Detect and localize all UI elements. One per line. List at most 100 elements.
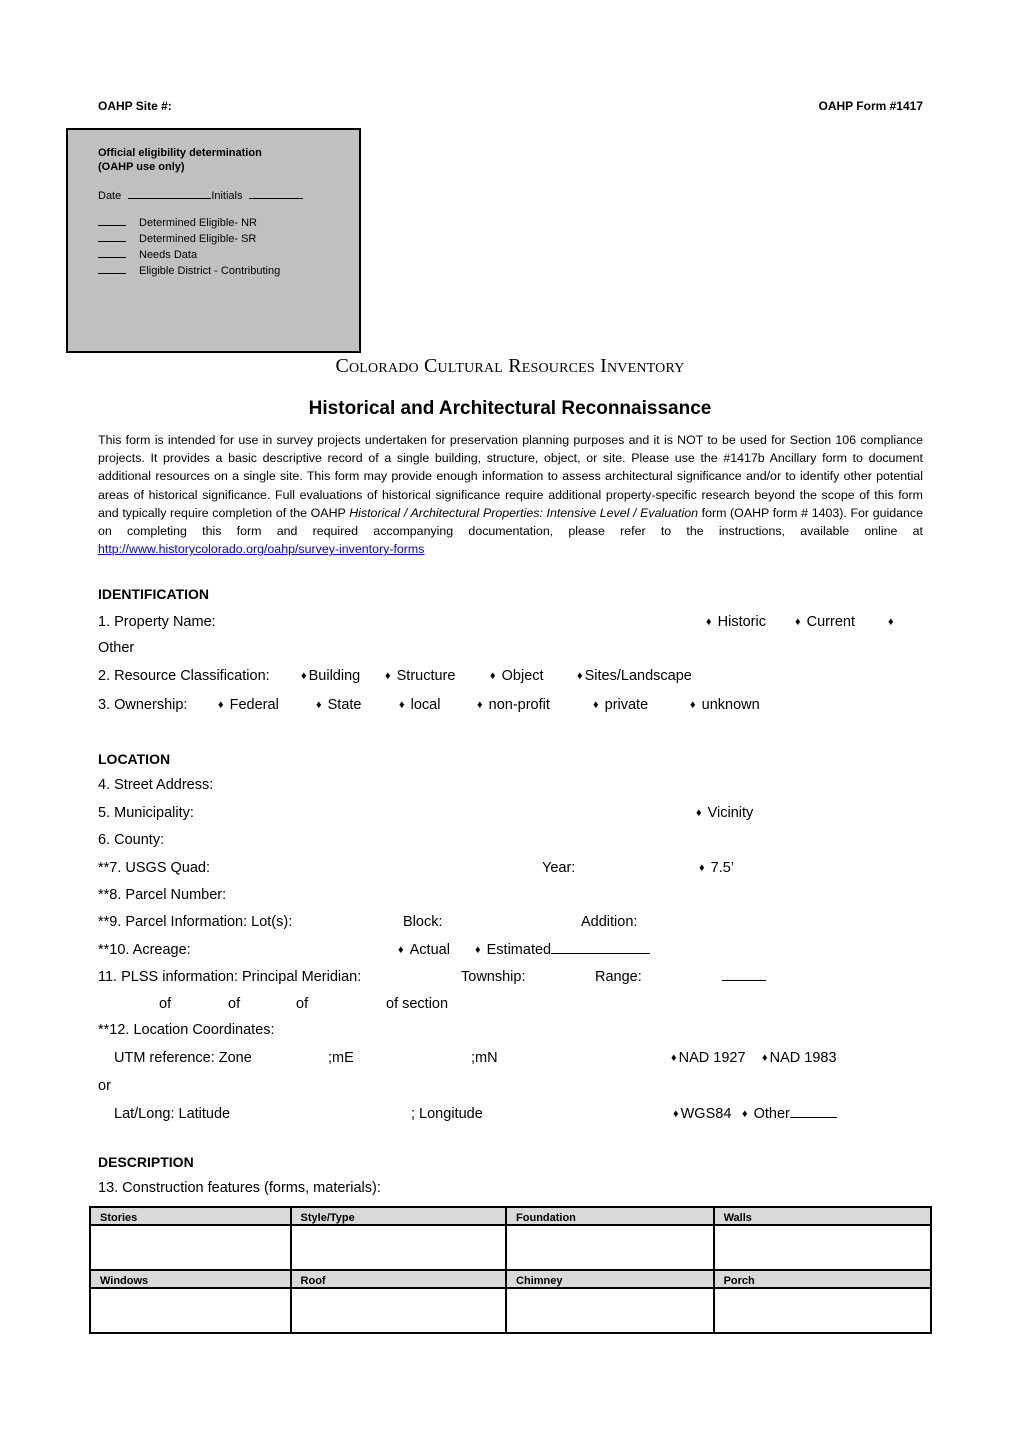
eligibility-title: Official eligibility determination xyxy=(98,147,262,159)
site-number-label: OAHP Site #: xyxy=(98,99,172,113)
diamond-icon: ♦ xyxy=(399,699,405,711)
option-actual[interactable]: ♦ Actual xyxy=(398,942,450,958)
diamond-icon: ♦ xyxy=(690,699,696,711)
description-heading: DESCRIPTION xyxy=(98,1154,194,1170)
initials-field[interactable] xyxy=(248,189,303,199)
intro-paragraph: This form is intended for use in survey … xyxy=(98,433,923,557)
eligibility-check-field[interactable] xyxy=(98,232,126,242)
instructions-link[interactable]: http://www.historycolorado.org/oahp/surv… xyxy=(98,542,424,556)
latitude-label: Lat/Long: Latitude xyxy=(114,1106,231,1122)
column-header-windows: Windows xyxy=(89,1269,292,1289)
street-address-label: 4. Street Address: xyxy=(98,777,214,793)
column-header-style-type: Style/Type xyxy=(289,1206,508,1226)
parcel-number-label: **8. Parcel Number: xyxy=(98,887,227,903)
option-other-marker[interactable]: ♦ xyxy=(888,614,900,630)
construction-features-label: 13. Construction features (forms, materi… xyxy=(98,1180,381,1196)
eligibility-subtitle: (OAHP use only) xyxy=(98,161,185,173)
diamond-icon: ♦ xyxy=(490,670,496,682)
property-name-label: 1. Property Name: xyxy=(98,614,216,630)
diamond-icon: ♦ xyxy=(742,1108,748,1120)
option-nad1983[interactable]: ♦ NAD 1983 xyxy=(762,1050,837,1066)
block-label: Block: xyxy=(403,914,443,930)
diamond-icon: ♦ xyxy=(385,670,391,682)
eligibility-check-field[interactable] xyxy=(98,216,126,226)
column-header-roof: Roof xyxy=(289,1269,508,1289)
option-other-datum[interactable]: ♦ Other xyxy=(742,1106,837,1122)
diamond-icon: ♦ xyxy=(795,616,801,628)
estimated-field[interactable] xyxy=(551,942,651,954)
acreage-label: **10. Acreage: xyxy=(98,942,191,958)
walls-field[interactable] xyxy=(712,1224,933,1271)
eligibility-option: Needs Data xyxy=(98,248,197,261)
roof-field[interactable] xyxy=(289,1287,508,1334)
document-subtitle: Historical and Architectural Reconnaissa… xyxy=(308,398,712,419)
eligibility-option: Determined Eligible- NR xyxy=(98,216,257,229)
option-nad1927[interactable]: ♦ NAD 1927 xyxy=(671,1050,746,1066)
style-type-field[interactable] xyxy=(289,1224,508,1271)
date-label: Date xyxy=(98,190,122,202)
diamond-icon: ♦ xyxy=(398,944,404,956)
addition-label: Addition: xyxy=(581,914,638,930)
diamond-icon: ♦ xyxy=(671,1052,677,1064)
eligibility-check-field[interactable] xyxy=(98,264,126,274)
construction-features-table: Stories Style/Type Foundation Walls Wind… xyxy=(89,1206,933,1334)
diamond-icon: ♦ xyxy=(477,699,483,711)
porch-field[interactable] xyxy=(712,1287,933,1334)
of-label: of xyxy=(296,996,309,1012)
location-coordinates-label: **12. Location Coordinates: xyxy=(98,1022,275,1038)
diamond-icon: ♦ xyxy=(706,616,712,628)
township-label: Township: xyxy=(461,969,526,985)
option-state[interactable]: ♦ State xyxy=(316,697,361,713)
diamond-icon: ♦ xyxy=(673,1108,679,1120)
chimney-field[interactable] xyxy=(505,1287,715,1334)
option-local[interactable]: ♦ local xyxy=(399,697,440,713)
other-datum-field[interactable] xyxy=(789,1106,837,1118)
diamond-icon: ♦ xyxy=(696,807,702,819)
option-current[interactable]: ♦ Current xyxy=(795,614,855,630)
option-7-5-minute[interactable]: ♦ 7.5’ xyxy=(699,860,734,876)
initials-label: Initials xyxy=(211,190,243,202)
of-label: of xyxy=(228,996,241,1012)
eligibility-check-field[interactable] xyxy=(98,248,126,258)
option-structure[interactable]: ♦ Structure xyxy=(385,668,455,684)
foundation-field[interactable] xyxy=(505,1224,715,1271)
option-estimated[interactable]: ♦ Estimated xyxy=(475,942,651,958)
or-label: or xyxy=(98,1078,111,1094)
diamond-icon: ♦ xyxy=(888,616,894,628)
option-wgs84[interactable]: ♦ WGS84 xyxy=(673,1106,731,1122)
diamond-icon: ♦ xyxy=(762,1052,768,1064)
diamond-icon: ♦ xyxy=(593,699,599,711)
date-initials-row: Date Initials xyxy=(98,189,303,202)
option-object[interactable]: ♦ Object xyxy=(490,668,544,684)
year-label: Year: xyxy=(542,860,576,876)
location-heading: LOCATION xyxy=(98,751,171,767)
form-number-label: OAHP Form #1417 xyxy=(818,99,924,113)
option-private[interactable]: ♦ private xyxy=(593,697,648,713)
stories-field[interactable] xyxy=(89,1224,292,1271)
option-historic[interactable]: ♦ Historic xyxy=(706,614,766,630)
table-header-row: Stories Style/Type Foundation Walls xyxy=(89,1206,933,1226)
diamond-icon: ♦ xyxy=(301,670,307,682)
windows-field[interactable] xyxy=(89,1287,292,1334)
eligibility-option: Eligible District - Contributing xyxy=(98,264,280,277)
column-header-stories: Stories xyxy=(89,1206,292,1226)
date-field[interactable] xyxy=(128,189,212,199)
option-non-profit[interactable]: ♦ non-profit xyxy=(477,697,550,713)
diamond-icon: ♦ xyxy=(218,699,224,711)
diamond-icon: ♦ xyxy=(316,699,322,711)
option-sites-landscape[interactable]: ♦ Sites/Landscape xyxy=(577,668,692,684)
diamond-icon: ♦ xyxy=(699,862,705,874)
option-unknown[interactable]: ♦ unknown xyxy=(690,697,760,713)
option-other[interactable]: Other xyxy=(98,640,134,656)
diamond-icon: ♦ xyxy=(577,670,583,682)
range-field[interactable] xyxy=(722,969,766,985)
option-federal[interactable]: ♦ Federal xyxy=(218,697,279,713)
county-label: 6. County: xyxy=(98,832,165,848)
plss-label: 11. PLSS information: Principal Meridian… xyxy=(98,969,362,985)
diamond-icon: ♦ xyxy=(475,944,481,956)
option-vicinity[interactable]: ♦ Vicinity xyxy=(696,805,753,821)
longitude-label: ; Longitude xyxy=(411,1106,483,1122)
column-header-chimney: Chimney xyxy=(505,1269,715,1289)
table-header-row: Windows Roof Chimney Porch xyxy=(89,1269,933,1289)
option-building[interactable]: ♦ Building xyxy=(301,668,360,684)
